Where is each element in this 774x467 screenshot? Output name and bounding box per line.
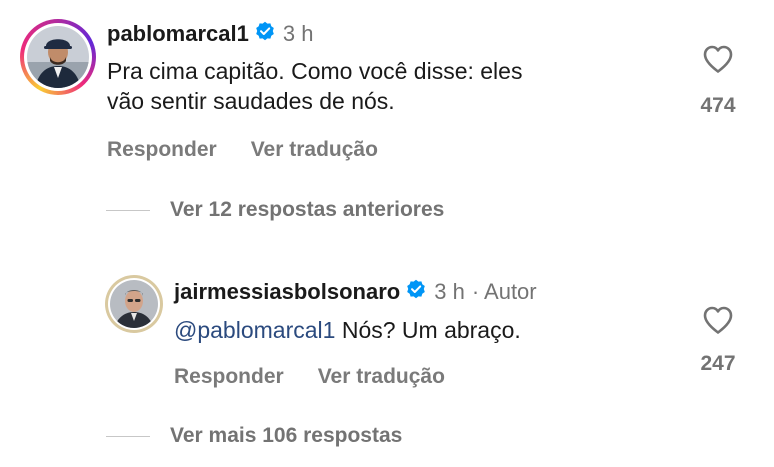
comment-text-line: Pra cima capitão. Como você disse: eles xyxy=(107,58,523,84)
mention-link[interactable]: @pablomarcal1 xyxy=(174,317,335,343)
avatar xyxy=(110,280,158,328)
like-area: 474 xyxy=(690,44,746,118)
like-count: 474 xyxy=(700,94,736,117)
comment-jairmessiasbolsonaro: jairmessiasbolsonaro 3 h · Autor @pablom… xyxy=(0,250,774,467)
view-replies-label[interactable]: Ver mais 106 respostas xyxy=(170,424,402,448)
comment-actions: Responder Ver tradução xyxy=(107,138,378,162)
translate-button[interactable]: Ver tradução xyxy=(318,365,445,389)
comment-actions: Responder Ver tradução xyxy=(174,365,445,389)
comment-time: 3 h xyxy=(434,279,465,304)
avatar xyxy=(27,26,89,88)
avatar-photo-icon xyxy=(27,26,89,88)
view-replies-toggle[interactable]: Ver mais 106 respostas xyxy=(106,424,402,448)
avatar-story-ring[interactable] xyxy=(105,275,163,333)
avatar-photo-icon xyxy=(110,280,158,328)
view-replies-toggle[interactable]: Ver 12 respostas anteriores xyxy=(106,198,444,222)
replies-divider xyxy=(106,435,150,437)
comment-header: pablomarcal1 3 h xyxy=(107,18,313,50)
verified-badge-icon xyxy=(255,21,275,47)
heart-icon[interactable] xyxy=(690,305,746,339)
view-replies-label[interactable]: Ver 12 respostas anteriores xyxy=(170,198,444,222)
username[interactable]: jairmessiasbolsonaro xyxy=(174,279,400,305)
comment-time: 3 h xyxy=(282,21,314,46)
comment-text-body: Nós? Um abraço. xyxy=(335,317,521,343)
avatar-story-ring[interactable] xyxy=(20,19,96,95)
heart-icon[interactable] xyxy=(690,44,746,78)
comment-text-line: vão sentir saudades de nós. xyxy=(107,87,395,114)
replies-divider xyxy=(106,209,150,211)
comment-text: @pablomarcal1 Nós? Um abraço. xyxy=(174,316,674,346)
comment-header: jairmessiasbolsonaro 3 h · Autor xyxy=(174,276,537,308)
comment-text: Pra cima capitão. Como você disse: eles … xyxy=(107,57,667,117)
username[interactable]: pablomarcal1 xyxy=(107,21,249,47)
verified-badge-icon xyxy=(406,279,426,305)
author-tag: · Autor xyxy=(471,279,537,304)
comment-pablomarcal1: pablomarcal1 3 h Pra cima capitão. Como … xyxy=(0,0,774,240)
reply-button[interactable]: Responder xyxy=(174,365,284,389)
translate-button[interactable]: Ver tradução xyxy=(251,138,378,162)
reply-button[interactable]: Responder xyxy=(107,138,217,162)
like-count: 247 xyxy=(700,352,736,375)
like-area: 247 xyxy=(690,305,746,376)
